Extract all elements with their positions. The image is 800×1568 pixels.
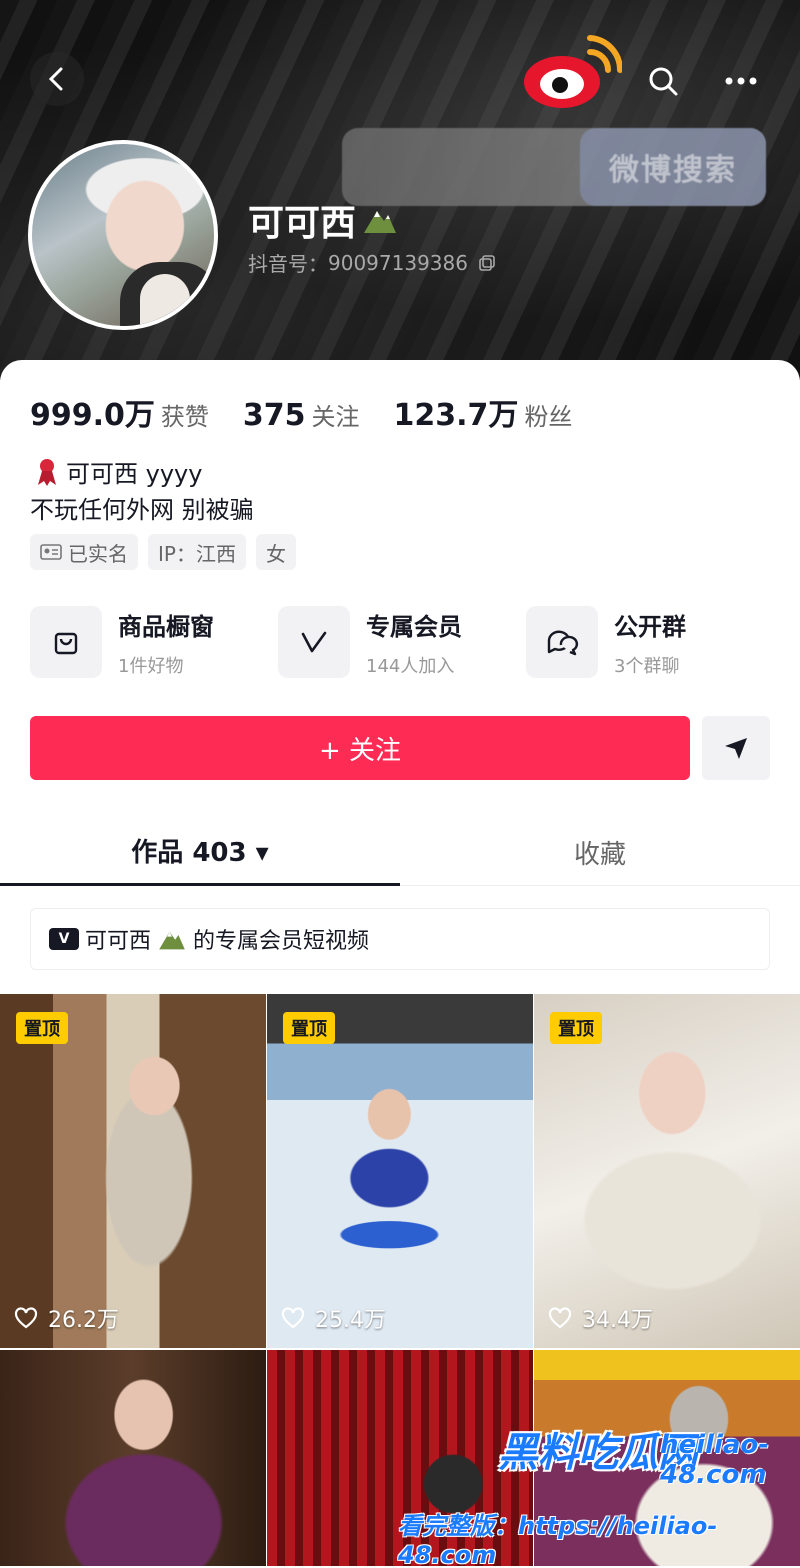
video-thumbnail[interactable]: 置顶 26.2万 <box>0 994 266 1348</box>
tag-text: 女 <box>265 541 286 566</box>
like-count-text: 25.4万 <box>315 1308 386 1333</box>
like-count: 25.4万 <box>281 1302 386 1334</box>
member-video-banner[interactable]: V 可可西 的专属会员短视频 <box>30 908 770 970</box>
tag-text: 已实名 <box>68 541 128 566</box>
profile-tags: 已实名 IP：江西 女 <box>30 534 296 570</box>
douyin-id-row: 抖音号： 90097139386 <box>248 248 496 277</box>
chat-group-icon <box>547 630 579 656</box>
tab-favorites[interactable]: 收藏 <box>400 818 800 886</box>
feature-shop-window[interactable]: 商品橱窗 1件好物 <box>30 606 278 678</box>
feature-public-group[interactable]: 公开群 3个群聊 <box>526 606 774 678</box>
ribbon-icon <box>38 458 56 486</box>
mountain-emoji-icon <box>364 211 397 233</box>
stat-number: 375 <box>242 398 306 433</box>
pinned-badge: 置顶 <box>550 1012 602 1044</box>
profile-card: 999.0万 获赞 375 关注 123.7万 粉丝 可可西 yyyy 不玩任何… <box>0 360 800 1568</box>
feature-subtitle: 144人加入 <box>366 655 455 677</box>
site-watermark: 黑料吃瓜网 heiliao-48.com 看完整版：https://heilia… <box>398 1418 800 1568</box>
pinned-badge: 置顶 <box>283 1012 335 1044</box>
bio-line-1: 可可西 yyyy <box>34 454 202 489</box>
send-arrow-icon <box>725 738 747 759</box>
weibo-search-box[interactable]: 微博搜索 <box>342 128 766 206</box>
feature-title: 专属会员 <box>366 612 462 641</box>
stat-likes[interactable]: 999.0万 获赞 <box>30 390 209 434</box>
more-button[interactable] <box>714 54 768 108</box>
watermark-domain: heiliao-48.com <box>660 1430 770 1490</box>
feature-row: 商品橱窗 1件好物 专属会员 144人加入 公开群 3个群聊 <box>30 606 774 678</box>
pinned-badge: 置顶 <box>16 1012 68 1044</box>
stat-number: 123.7万 <box>393 398 519 433</box>
id-card-icon <box>40 544 62 560</box>
search-icon <box>649 67 678 96</box>
weibo-search-button[interactable]: 微博搜索 <box>580 128 766 206</box>
douyin-id-value: 90097139386 <box>328 250 468 275</box>
shopping-bag-icon <box>54 632 78 655</box>
stat-number: 999.0万 <box>30 398 155 433</box>
like-count-text: 34.4万 <box>582 1308 653 1333</box>
stat-label: 关注 <box>311 403 360 431</box>
share-button[interactable] <box>702 716 770 780</box>
douyin-id-label: 抖音号： <box>248 252 328 276</box>
like-count: 26.2万 <box>14 1302 119 1334</box>
heart-icon <box>548 1307 572 1329</box>
back-arrow-icon <box>48 67 63 91</box>
feature-subtitle: 3个群聊 <box>614 655 680 677</box>
avatar[interactable] <box>28 140 218 330</box>
like-count: 34.4万 <box>548 1302 653 1334</box>
stat-label: 粉丝 <box>524 403 573 431</box>
tag-text: IP：江西 <box>158 541 236 566</box>
weibo-logo-icon <box>524 35 622 108</box>
profile-header: 微博搜索 可可西 抖音号： 90097139386 <box>0 0 800 380</box>
vip-v-icon <box>301 631 327 653</box>
bio-line-1-text: 可可西 yyyy <box>66 460 203 488</box>
video-thumbnail[interactable]: 置顶 34.4万 <box>534 994 800 1348</box>
member-banner-name: 可可西 <box>85 929 152 954</box>
stat-followers[interactable]: 123.7万 粉丝 <box>394 390 573 434</box>
stats-row: 999.0万 获赞 375 关注 123.7万 粉丝 <box>30 390 572 434</box>
tag-verified: 已实名 <box>30 534 138 570</box>
heart-icon <box>281 1307 305 1329</box>
feature-title: 公开群 <box>614 612 686 641</box>
video-thumbnail[interactable] <box>0 1350 266 1566</box>
tag-gender: 女 <box>255 534 296 570</box>
profile-page: 微博搜索 可可西 抖音号： 90097139386 999.0万 获赞 375 关… <box>0 0 800 1568</box>
bio-line-2: 不玩任何外网 别被骗 <box>30 496 254 524</box>
stat-following[interactable]: 375 关注 <box>243 397 360 433</box>
stat-label: 获赞 <box>160 403 209 431</box>
feature-subtitle: 1件好物 <box>118 655 184 677</box>
feature-membership[interactable]: 专属会员 144人加入 <box>278 606 526 678</box>
member-banner-suffix: 的专属会员短视频 <box>193 929 370 954</box>
search-button[interactable] <box>636 54 690 108</box>
content-tabs: 作品 403 ▾ 收藏 <box>0 818 800 886</box>
username-text: 可可西 <box>248 203 357 244</box>
more-dots-icon <box>725 77 757 85</box>
member-video-badge-icon: V <box>49 928 79 950</box>
like-count-text: 26.2万 <box>48 1308 119 1333</box>
copy-icon[interactable] <box>478 254 496 272</box>
tab-works[interactable]: 作品 403 ▾ <box>0 818 400 886</box>
feature-title: 商品橱窗 <box>118 612 214 641</box>
watermark-full-link: 看完整版：https://heiliao-48.com <box>398 1512 718 1568</box>
username: 可可西 <box>248 194 398 246</box>
mountain-emoji-icon <box>159 931 185 950</box>
heart-icon <box>14 1307 38 1329</box>
follow-button[interactable]: + 关注 <box>30 716 690 780</box>
tag-ip: IP：江西 <box>148 534 246 570</box>
back-button[interactable] <box>30 52 84 106</box>
video-thumbnail[interactable]: 置顶 25.4万 <box>267 994 533 1348</box>
